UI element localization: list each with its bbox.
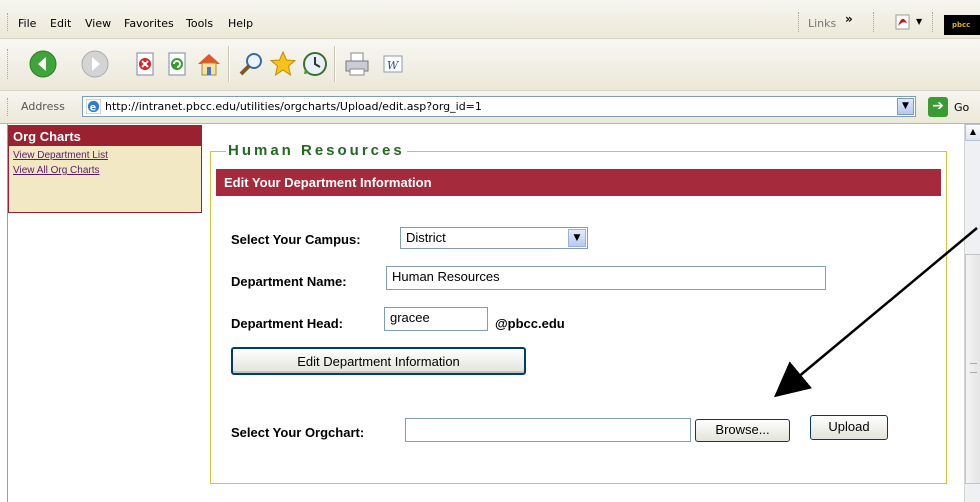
chevron-down-icon[interactable]: ▼ bbox=[568, 229, 586, 247]
home-icon[interactable] bbox=[194, 49, 224, 79]
sidebar-title: Org Charts bbox=[9, 126, 201, 146]
menu-edit[interactable]: Edit bbox=[50, 17, 71, 30]
scroll-thumb[interactable] bbox=[965, 254, 980, 484]
menu-bar: File Edit View Favorites Tools Help Link… bbox=[0, 0, 980, 39]
department-head-input[interactable]: gracee bbox=[384, 307, 488, 331]
separator bbox=[228, 46, 229, 82]
history-icon[interactable] bbox=[300, 49, 330, 79]
print-icon[interactable] bbox=[342, 49, 372, 79]
toolbar-grip[interactable] bbox=[7, 13, 11, 31]
toolbar-grip[interactable] bbox=[7, 98, 11, 116]
standard-toolbar: ▼ ▼ W ▼ bbox=[0, 39, 980, 110]
campus-select[interactable]: District ▼ bbox=[400, 227, 588, 249]
menu-tools[interactable]: Tools bbox=[186, 17, 213, 30]
upload-button[interactable]: Upload bbox=[810, 415, 888, 440]
fieldset-legend: Human Resources bbox=[226, 142, 407, 159]
forward-icon[interactable] bbox=[80, 49, 110, 79]
grip bbox=[932, 12, 936, 32]
ie-page-icon: e bbox=[86, 99, 101, 114]
department-name-input[interactable]: Human Resources bbox=[386, 266, 826, 290]
address-input[interactable]: e http://intranet.pbcc.edu/utilities/org… bbox=[82, 96, 916, 117]
section-header: Edit Your Department Information bbox=[216, 169, 941, 196]
department-name-label: Department Name: bbox=[231, 274, 347, 289]
menu-favorites[interactable]: Favorites bbox=[124, 17, 174, 30]
vertical-scrollbar[interactable]: ▲ bbox=[964, 124, 980, 502]
search-icon[interactable] bbox=[236, 49, 266, 79]
links-label[interactable]: Links bbox=[808, 17, 836, 30]
orgchart-file-input[interactable] bbox=[405, 418, 691, 442]
chevron-down-icon[interactable]: ▼ bbox=[916, 17, 922, 26]
browse-button[interactable]: Browse... bbox=[695, 419, 790, 442]
back-icon[interactable] bbox=[28, 49, 58, 79]
stop-icon[interactable] bbox=[130, 49, 160, 79]
adobe-pdf-icon[interactable] bbox=[895, 13, 911, 30]
logo-text: pbcc bbox=[952, 21, 971, 29]
campus-select-value: District bbox=[406, 230, 446, 245]
scroll-up-icon[interactable]: ▲ bbox=[965, 124, 980, 141]
toolbar-grip[interactable] bbox=[7, 49, 11, 79]
scroll-grip bbox=[970, 363, 977, 373]
refresh-icon[interactable] bbox=[162, 49, 192, 79]
favorites-icon[interactable] bbox=[268, 49, 298, 79]
orgchart-label: Select Your Orgchart: bbox=[231, 425, 365, 440]
links-grip[interactable] bbox=[798, 12, 802, 32]
go-arrow-icon[interactable]: ➔ bbox=[928, 97, 948, 117]
department-head-label: Department Head: bbox=[231, 316, 343, 331]
chevron-down-icon[interactable]: ▼ bbox=[897, 98, 914, 115]
address-url: http://intranet.pbcc.edu/utilities/orgch… bbox=[105, 100, 482, 113]
email-suffix: @pbcc.edu bbox=[495, 316, 565, 331]
address-label: Address bbox=[21, 100, 65, 113]
go-button[interactable]: Go bbox=[954, 101, 969, 114]
separator bbox=[334, 46, 335, 82]
sidebar-link-department-list[interactable]: View Department List bbox=[13, 150, 201, 161]
svg-text:e: e bbox=[90, 102, 96, 113]
menu-view[interactable]: View bbox=[85, 17, 111, 30]
edit-icon[interactable]: W bbox=[378, 49, 408, 79]
sidebar: Org Charts View Department List View All… bbox=[8, 125, 202, 213]
svg-text:W: W bbox=[387, 59, 400, 72]
campus-label: Select Your Campus: bbox=[231, 232, 361, 247]
edit-department-button[interactable]: Edit Department Information bbox=[231, 347, 526, 375]
pbcc-logo: pbcc bbox=[944, 15, 980, 35]
menu-file[interactable]: File bbox=[18, 17, 36, 30]
grip bbox=[873, 12, 877, 32]
sidebar-link-all-org-charts[interactable]: View All Org Charts bbox=[13, 165, 201, 176]
address-bar: Address e http://intranet.pbcc.edu/utili… bbox=[0, 91, 980, 124]
menu-help[interactable]: Help bbox=[228, 17, 253, 30]
links-chevron-icon[interactable]: » bbox=[845, 12, 853, 26]
